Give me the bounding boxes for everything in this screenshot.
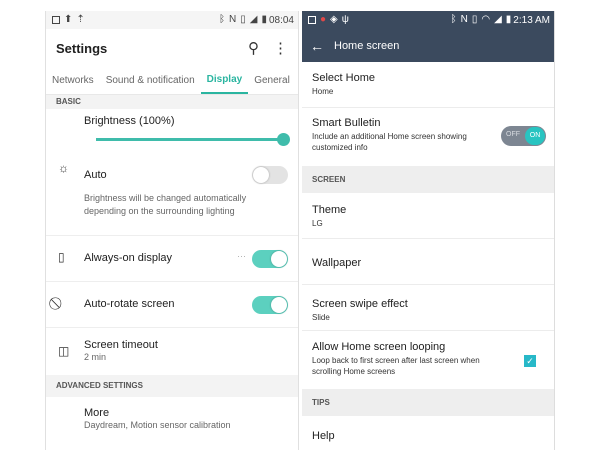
slider-thumb[interactable] xyxy=(277,133,290,146)
looping-label: Allow Home screen looping xyxy=(312,341,446,353)
section-header-tips: TIPS xyxy=(302,389,554,416)
screen-timeout-setting[interactable]: ◫ Screen timeout 2 min xyxy=(46,327,298,375)
theme-value: LG xyxy=(312,219,323,228)
vibrate-icon: ▯ xyxy=(240,14,246,25)
settings-tabs: Networks Sound & notification Display Ge… xyxy=(46,67,298,95)
brightness-slider[interactable] xyxy=(96,133,290,146)
auto-brightness-toggle[interactable] xyxy=(252,166,288,184)
search-icon[interactable]: ⚲ xyxy=(248,39,259,57)
vibrate-icon: ▯ xyxy=(471,14,478,25)
back-arrow-icon[interactable]: ← xyxy=(310,38,324,54)
screen-timeout-value: 2 min xyxy=(84,352,107,362)
gallery-icon xyxy=(308,16,316,24)
status-time: 2:13 AM xyxy=(513,14,550,26)
wifi-icon: ◠ xyxy=(481,14,491,25)
always-on-display-setting[interactable]: ▯ Always-on display ··· xyxy=(46,235,298,281)
screen-swipe-effect-value: Slide xyxy=(312,313,330,322)
upload-icon: ⇡ xyxy=(76,14,85,25)
always-on-toggle[interactable] xyxy=(252,250,288,268)
section-header-advanced: ADVANCED SETTINGS xyxy=(46,375,298,397)
select-home-item[interactable]: Select Home Home xyxy=(302,62,554,108)
looping-description: Loop back to first screen after last scr… xyxy=(312,356,480,376)
theme-label: Theme xyxy=(312,204,347,216)
nfc-icon: N xyxy=(460,14,468,25)
more-label: More xyxy=(84,407,110,419)
auto-brightness-setting[interactable]: ☼ Auto Brightness will be changed automa… xyxy=(46,157,298,235)
screen-swipe-effect-item[interactable]: Screen swipe effect Slide xyxy=(302,285,554,331)
upload-icon: ⬆ xyxy=(64,14,73,25)
battery-icon: ▮ xyxy=(505,14,512,25)
more-setting[interactable]: More Daydream, Motion sensor calibration xyxy=(46,397,298,441)
smart-bulletin-description: Include an additional Home screen showin… xyxy=(312,132,467,152)
status-time: 08:04 xyxy=(268,14,294,26)
screen-swipe-effect-label: Screen swipe effect xyxy=(312,298,408,310)
wallpaper-label: Wallpaper xyxy=(312,257,362,269)
notification-icon: ● xyxy=(320,14,327,25)
tab-general[interactable]: General xyxy=(248,67,296,94)
home-screen-settings: ● ◈ ψ ᛒ N ▯ ◠ ◢ ▮ 2:13 AM ← Home screen … xyxy=(302,11,555,450)
more-dots: ··· xyxy=(237,251,246,261)
help-label: Help xyxy=(312,430,335,442)
page-title: Home screen xyxy=(334,39,400,52)
section-header-screen: SCREEN xyxy=(302,166,554,193)
app-bar: ← Home screen xyxy=(302,29,554,62)
more-subtitle: Daydream, Motion sensor calibration xyxy=(84,420,231,430)
help-item[interactable]: Help xyxy=(302,416,554,450)
timer-icon: ◫ xyxy=(58,344,70,358)
select-home-label: Select Home xyxy=(312,72,375,84)
smart-bulletin-item[interactable]: Smart Bulletin Include an additional Hom… xyxy=(302,108,554,166)
toggle-off-label: OFF xyxy=(506,131,520,138)
more-options-icon[interactable]: ⋮ xyxy=(273,39,288,57)
gallery-icon xyxy=(52,16,60,24)
phone-icon: ▯ xyxy=(58,250,65,264)
bluetooth-icon: ᛒ xyxy=(450,14,457,25)
screen-timeout-label: Screen timeout xyxy=(84,339,158,351)
select-home-value: Home xyxy=(312,87,334,96)
auto-rotate-toggle[interactable] xyxy=(252,296,288,314)
looping-checkbox[interactable]: ✓ xyxy=(524,355,536,367)
toggle-on-label: ON xyxy=(525,127,545,145)
status-bar: ⬆ ⇡ ᛒ N ▯ ◢ ▮ 08:04 xyxy=(46,11,298,29)
smart-bulletin-label: Smart Bulletin xyxy=(312,117,381,129)
battery-icon: ▮ xyxy=(261,14,267,25)
home-screen-looping-item[interactable]: Allow Home screen looping Loop back to f… xyxy=(302,331,554,389)
page-title: Settings xyxy=(56,40,108,56)
theme-item[interactable]: Theme LG xyxy=(302,193,554,239)
display-settings-screen: ⬆ ⇡ ᛒ N ▯ ◢ ▮ 08:04 Settings ⚲ ⋮ Network… xyxy=(45,11,299,450)
wallpaper-item[interactable]: Wallpaper xyxy=(302,239,554,285)
section-header-basic: BASIC xyxy=(46,95,298,109)
signal-icon: ◢ xyxy=(249,14,258,25)
nfc-icon: N xyxy=(229,14,237,25)
tab-sound-notification[interactable]: Sound & notification xyxy=(100,67,201,94)
app-bar: Settings ⚲ ⋮ xyxy=(46,29,298,67)
auto-rotate-setting[interactable]: ⃠ Auto-rotate screen xyxy=(46,281,298,327)
tab-display[interactable]: Display xyxy=(200,67,249,94)
signal-icon: ◢ xyxy=(494,14,502,25)
usb-icon: ψ xyxy=(341,14,349,25)
brightness-setting: Brightness (100%) xyxy=(46,109,298,157)
smart-bulletin-toggle[interactable]: OFF ON xyxy=(501,126,546,146)
bluetooth-icon: ᛒ xyxy=(219,14,225,25)
status-bar: ● ◈ ψ ᛒ N ▯ ◠ ◢ ▮ 2:13 AM xyxy=(302,11,554,29)
app-icon: ◈ xyxy=(330,14,338,25)
auto-description: Brightness will be changed automatically… xyxy=(84,193,247,216)
tab-networks[interactable]: Networks xyxy=(46,67,100,94)
brightness-label: Brightness (100%) xyxy=(84,115,175,127)
brightness-icon: ☼ xyxy=(58,161,69,175)
